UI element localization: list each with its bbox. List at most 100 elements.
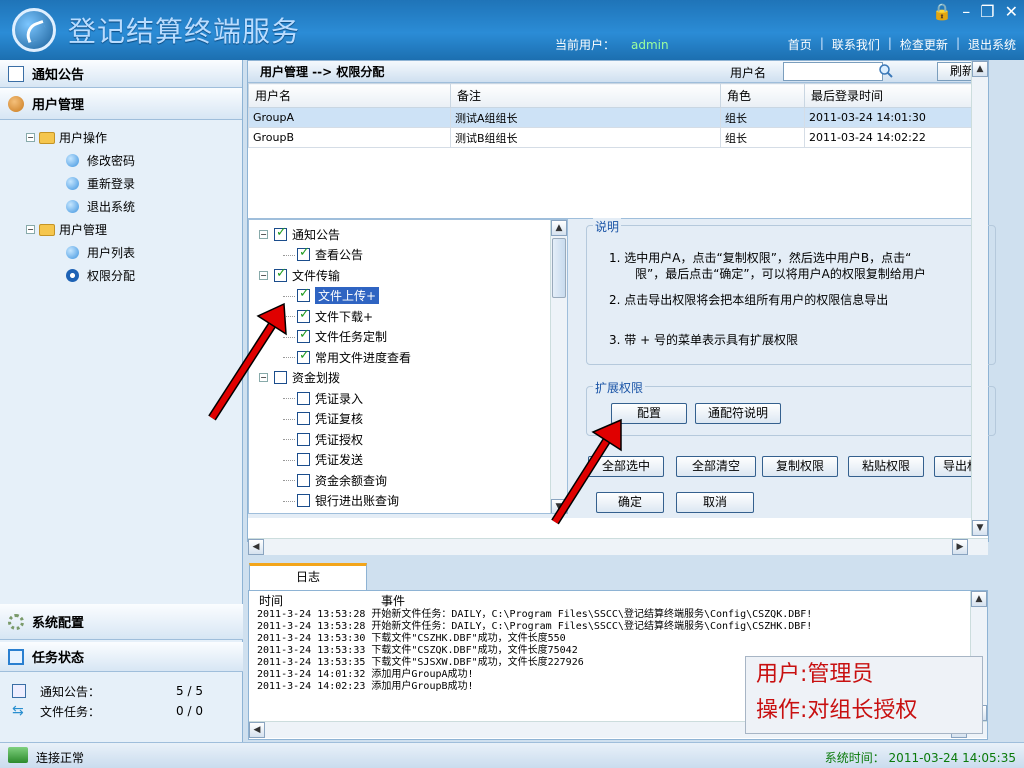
nav-check-update[interactable]: 检查更新 bbox=[900, 36, 948, 53]
nav-contact[interactable]: 联系我们 bbox=[832, 36, 880, 53]
perm-label: 文件传输 bbox=[292, 268, 341, 283]
restore-icon[interactable]: ❐ bbox=[980, 2, 994, 21]
sidebar-section-notice[interactable]: 通知公告 bbox=[0, 60, 242, 88]
cell: GroupA bbox=[248, 107, 451, 128]
scroll-left-icon[interactable]: ◀ bbox=[248, 539, 264, 555]
task-label: 通知公告： bbox=[40, 684, 101, 699]
perm-label: 凭证授权 bbox=[315, 432, 364, 447]
scroll-right-icon[interactable]: ▶ bbox=[952, 539, 968, 555]
paste-permission-button[interactable]: 粘贴权限 bbox=[848, 456, 924, 477]
table-header: 用户名 备注 角色 最后登录时间 bbox=[248, 83, 983, 108]
permission-checkbox[interactable] bbox=[274, 266, 287, 282]
lock-icon[interactable]: 🔒 bbox=[932, 2, 952, 21]
sidebar-user-mgmt-label: 用户管理 bbox=[32, 98, 85, 113]
perm-tree-item[interactable]: − 通知公告 bbox=[249, 224, 567, 245]
copy-permission-button[interactable]: 复制权限 bbox=[762, 456, 838, 477]
task-value: 0 / 0 bbox=[176, 704, 203, 718]
perm-tree-item[interactable]: 凭证发送 bbox=[249, 450, 567, 471]
tree-item-user-ops[interactable]: − 用户操作 bbox=[6, 126, 242, 149]
perm-tree-item[interactable]: 资金余额查询 bbox=[249, 470, 567, 491]
perm-tree-item[interactable]: − 文件传输 bbox=[249, 265, 567, 286]
close-icon[interactable]: ✕ bbox=[1005, 2, 1018, 21]
tree-item-change-password[interactable]: 修改密码 bbox=[6, 149, 242, 172]
wildcard-help-button[interactable]: 通配符说明 bbox=[695, 403, 781, 424]
main-h-scrollbar[interactable]: ◀ ▶ bbox=[248, 538, 988, 555]
perm-tree-item[interactable]: 查看公告 bbox=[249, 245, 567, 266]
col-last-login[interactable]: 最后登录时间 bbox=[804, 83, 983, 108]
perm-label: 凭证复核 bbox=[315, 412, 364, 427]
collapse-icon[interactable]: − bbox=[259, 270, 268, 280]
current-user-name: admin bbox=[631, 38, 669, 52]
scroll-thumb[interactable] bbox=[552, 238, 566, 298]
tree-item-relogin[interactable]: 重新登录 bbox=[6, 172, 242, 195]
log-line: 2011-3-24 13:53:28 开始新文件任务：DAILY，C:\Prog… bbox=[257, 621, 813, 632]
tab-log[interactable]: 日志 bbox=[249, 563, 367, 590]
log-line: 2011-3-24 13:53:30 下载文件"CSZHK.DBF"成功，文件长… bbox=[257, 633, 566, 644]
task-row-file: ⇆ 文件任务： 0 / 0 bbox=[0, 701, 243, 721]
permission-checkbox[interactable] bbox=[297, 432, 310, 446]
nav-exit[interactable]: 退出系统 bbox=[968, 36, 1016, 53]
minimize-icon[interactable]: – bbox=[962, 2, 970, 21]
perm-label: 文件任务定制 bbox=[315, 330, 388, 345]
sidebar-section-system-config[interactable]: 系统配置 bbox=[0, 604, 243, 640]
perm-tree-item[interactable]: 银行进出账查询 bbox=[249, 491, 567, 512]
users-icon bbox=[8, 95, 24, 112]
permission-checkbox[interactable] bbox=[297, 494, 310, 508]
notes-title: 说明 bbox=[593, 218, 622, 235]
col-remark[interactable]: 备注 bbox=[450, 83, 721, 108]
tree-item-user-mgmt[interactable]: − 用户管理 bbox=[6, 218, 242, 241]
clear-all-button[interactable]: 全部清空 bbox=[676, 456, 756, 477]
task-status-icon bbox=[8, 648, 24, 665]
notice-icon bbox=[8, 65, 24, 82]
perm-label: 资金余额查询 bbox=[315, 473, 388, 488]
sidebar-section-user-mgmt[interactable]: 用户管理 bbox=[0, 88, 242, 120]
scroll-up-icon[interactable]: ▲ bbox=[971, 591, 987, 607]
task-row-notice: 通知公告： 5 / 5 bbox=[0, 681, 243, 701]
status-bar: 连接正常 系统时间： 2011-03-24 14:05:35 bbox=[0, 742, 1024, 768]
main-v-scrollbar[interactable]: ▲ ▼ bbox=[971, 61, 988, 536]
app-title: 登记结算终端服务 bbox=[68, 15, 301, 48]
col-username[interactable]: 用户名 bbox=[248, 83, 451, 108]
cell: 测试B组组长 bbox=[450, 127, 721, 148]
permission-checkbox[interactable] bbox=[297, 245, 310, 262]
scroll-left-icon[interactable]: ◀ bbox=[249, 722, 265, 738]
scroll-up-icon[interactable]: ▲ bbox=[972, 61, 988, 77]
search-input[interactable] bbox=[783, 62, 883, 81]
collapse-icon[interactable]: − bbox=[26, 133, 35, 142]
perm-label: 查看公告 bbox=[315, 248, 364, 263]
scroll-up-icon[interactable]: ▲ bbox=[551, 220, 567, 236]
annotation-box: 用户:管理员 操作:对组长授权 bbox=[745, 656, 983, 734]
cell: 测试A组组长 bbox=[450, 107, 721, 128]
ext-permission-group: 扩展权限 配置 通配符说明 bbox=[586, 379, 996, 436]
list-icon bbox=[12, 684, 26, 698]
tree-label: 用户操作 bbox=[59, 131, 108, 145]
sidebar-task-status-label: 任务状态 bbox=[32, 651, 85, 666]
log-header: 时间 事件 bbox=[249, 591, 987, 609]
log-col-time: 时间 bbox=[259, 593, 284, 608]
permission-checkbox[interactable] bbox=[274, 225, 287, 241]
col-role[interactable]: 角色 bbox=[720, 83, 805, 108]
nav-home[interactable]: 首页 bbox=[788, 36, 812, 53]
tree-item-perm-assign[interactable]: 权限分配 bbox=[6, 264, 242, 287]
perm-tree-item[interactable]: 凭证授权 bbox=[249, 429, 567, 450]
collapse-icon[interactable]: − bbox=[26, 225, 35, 234]
log-col-event: 事件 bbox=[381, 593, 406, 608]
connection-status: 连接正常 bbox=[36, 751, 85, 765]
annotation-operation: 操作:对组长授权 bbox=[756, 698, 918, 723]
system-time: 系统时间： 2011-03-24 14:05:35 bbox=[824, 751, 1016, 765]
cell: GroupB bbox=[248, 127, 451, 148]
tree-item-user-list[interactable]: 用户列表 bbox=[6, 241, 242, 264]
breadcrumb: 用户管理 --> 权限分配 bbox=[260, 65, 385, 79]
permission-checkbox[interactable] bbox=[297, 453, 310, 467]
annotation-arrow-icon bbox=[208, 302, 287, 421]
scroll-down-icon[interactable]: ▼ bbox=[972, 520, 988, 536]
table-row[interactable]: GroupA 测试A组组长 组长 2011-03-24 14:01:30 bbox=[248, 107, 983, 128]
cancel-button[interactable]: 取消 bbox=[676, 492, 754, 513]
permission-checkbox[interactable] bbox=[297, 473, 310, 487]
collapse-icon[interactable]: − bbox=[259, 229, 268, 239]
sidebar-section-task-status[interactable]: 任务状态 bbox=[0, 642, 243, 672]
tree-item-exit[interactable]: 退出系统 bbox=[6, 195, 242, 218]
perm-label: 银行进出账查询 bbox=[315, 494, 400, 509]
table-row[interactable]: GroupB 测试B组组长 组长 2011-03-24 14:02:22 bbox=[248, 127, 983, 148]
search-icon[interactable] bbox=[878, 63, 894, 79]
